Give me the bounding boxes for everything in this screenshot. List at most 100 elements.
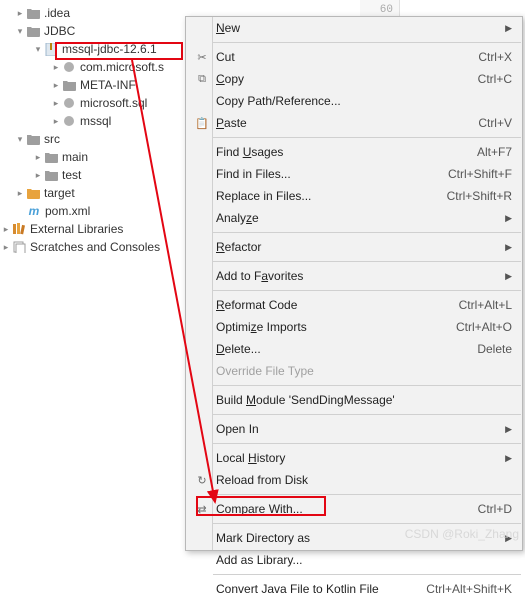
tree-label: JDBC bbox=[44, 24, 75, 38]
submenu-arrow-icon: ▶ bbox=[505, 23, 512, 34]
menu-convert-kotlin[interactable]: Convert Java File to Kotlin File Ctrl+Al… bbox=[186, 578, 522, 600]
menu-label: Build Module 'SendDingMessage' bbox=[210, 393, 512, 407]
tree-label: mssql-jdbc-12.6.1 bbox=[62, 42, 157, 56]
menu-label: Find Usages bbox=[210, 145, 477, 159]
menu-label: New bbox=[210, 21, 497, 35]
menu-paste[interactable]: 📋 Paste Ctrl+V bbox=[186, 112, 522, 134]
tree-item-idea[interactable]: ▸ .idea bbox=[0, 4, 185, 22]
menu-new[interactable]: New ▶ bbox=[186, 17, 522, 39]
scratches-icon bbox=[12, 240, 26, 254]
menu-find-in-files[interactable]: Find in Files... Ctrl+Shift+F bbox=[186, 163, 522, 185]
menu-label: Cut bbox=[210, 50, 478, 64]
menu-label: Analyze bbox=[210, 211, 497, 225]
menu-shortcut: Ctrl+Shift+R bbox=[447, 189, 512, 203]
menu-add-as-library[interactable]: Add as Library... bbox=[186, 549, 522, 571]
menu-optimize-imports[interactable]: Optimize Imports Ctrl+Alt+O bbox=[186, 316, 522, 338]
menu-analyze[interactable]: Analyze ▶ bbox=[186, 207, 522, 229]
expand-icon[interactable]: ▸ bbox=[14, 8, 26, 19]
menu-reload-disk[interactable]: ↻ Reload from Disk bbox=[186, 469, 522, 491]
menu-build-module[interactable]: Build Module 'SendDingMessage' bbox=[186, 389, 522, 411]
menu-separator bbox=[213, 414, 521, 415]
menu-label: Reload from Disk bbox=[210, 473, 512, 487]
menu-open-in[interactable]: Open In ▶ bbox=[186, 418, 522, 440]
menu-cut[interactable]: ✂ Cut Ctrl+X bbox=[186, 46, 522, 68]
tree-label: .idea bbox=[44, 6, 70, 20]
menu-refactor[interactable]: Refactor ▶ bbox=[186, 236, 522, 258]
menu-label: Add as Library... bbox=[210, 553, 512, 567]
tree-item-src[interactable]: ▾ src bbox=[0, 130, 185, 148]
expand-icon[interactable]: ▸ bbox=[50, 62, 62, 73]
submenu-arrow-icon: ▶ bbox=[505, 424, 512, 435]
tree-item-jdbc[interactable]: ▾ JDBC bbox=[0, 22, 185, 40]
tree-item-target[interactable]: ▸ target bbox=[0, 184, 185, 202]
folder-icon bbox=[62, 78, 76, 92]
menu-add-favorites[interactable]: Add to Favorites ▶ bbox=[186, 265, 522, 287]
cut-icon: ✂ bbox=[194, 51, 210, 64]
tree-item-pom[interactable]: m pom.xml bbox=[0, 202, 185, 220]
submenu-arrow-icon: ▶ bbox=[505, 242, 512, 253]
menu-separator bbox=[213, 443, 521, 444]
expand-icon[interactable]: ▸ bbox=[50, 80, 62, 91]
menu-separator bbox=[213, 523, 521, 524]
menu-label: Override File Type bbox=[210, 364, 512, 378]
tree-item-ms-sql[interactable]: ▸ microsoft.sql bbox=[0, 94, 185, 112]
tree-item-external-libraries[interactable]: ▸ External Libraries bbox=[0, 220, 185, 238]
menu-label: Local History bbox=[210, 451, 497, 465]
submenu-arrow-icon: ▶ bbox=[505, 213, 512, 224]
submenu-arrow-icon: ▶ bbox=[505, 453, 512, 464]
expand-icon[interactable]: ▸ bbox=[50, 98, 62, 109]
tree-label: META-INF bbox=[80, 78, 136, 92]
watermark: CSDN @Roki_Zhang bbox=[405, 527, 519, 541]
tree-item-scratches[interactable]: ▸ Scratches and Consoles bbox=[0, 238, 185, 256]
tree-item-main[interactable]: ▸ main bbox=[0, 148, 185, 166]
menu-separator bbox=[213, 137, 521, 138]
expand-icon[interactable]: ▸ bbox=[14, 188, 26, 199]
folder-icon bbox=[26, 24, 40, 38]
package-icon bbox=[62, 96, 76, 110]
menu-local-history[interactable]: Local History ▶ bbox=[186, 447, 522, 469]
menu-compare-with[interactable]: ⇄ Compare With... Ctrl+D bbox=[186, 498, 522, 520]
menu-separator bbox=[213, 494, 521, 495]
menu-label: Replace in Files... bbox=[210, 189, 447, 203]
menu-label: Find in Files... bbox=[210, 167, 448, 181]
expand-icon[interactable]: ▸ bbox=[32, 152, 44, 163]
menu-delete[interactable]: Delete... Delete bbox=[186, 338, 522, 360]
tree-label: pom.xml bbox=[45, 204, 90, 218]
project-tree[interactable]: ▸ .idea ▾ JDBC ▾ mssql-jdbc-12.6.1 ▸ com… bbox=[0, 0, 185, 551]
folder-icon bbox=[26, 6, 40, 20]
menu-separator bbox=[213, 290, 521, 291]
menu-shortcut: Ctrl+Alt+Shift+K bbox=[426, 582, 512, 596]
tree-item-test[interactable]: ▸ test bbox=[0, 166, 185, 184]
expand-icon[interactable]: ▸ bbox=[0, 224, 12, 235]
menu-override-file-type: Override File Type bbox=[186, 360, 522, 382]
tree-label: src bbox=[44, 132, 60, 146]
expand-icon[interactable]: ▸ bbox=[50, 116, 62, 127]
collapse-icon[interactable]: ▾ bbox=[32, 44, 44, 55]
collapse-icon[interactable]: ▾ bbox=[14, 134, 26, 145]
menu-label: Convert Java File to Kotlin File bbox=[210, 582, 426, 596]
menu-reformat[interactable]: Reformat Code Ctrl+Alt+L bbox=[186, 294, 522, 316]
menu-find-usages[interactable]: Find Usages Alt+F7 bbox=[186, 141, 522, 163]
tree-item-metainf[interactable]: ▸ META-INF bbox=[0, 76, 185, 94]
context-menu: New ▶ ✂ Cut Ctrl+X ⧉ Copy Ctrl+C Copy Pa… bbox=[185, 16, 523, 551]
menu-shortcut: Ctrl+V bbox=[478, 116, 512, 130]
tree-item-mssql-jdbc[interactable]: ▾ mssql-jdbc-12.6.1 bbox=[0, 40, 185, 58]
menu-copy[interactable]: ⧉ Copy Ctrl+C bbox=[186, 68, 522, 90]
menu-label: Open In bbox=[210, 422, 497, 436]
tree-label: Scratches and Consoles bbox=[30, 240, 160, 254]
menu-replace-in-files[interactable]: Replace in Files... Ctrl+Shift+R bbox=[186, 185, 522, 207]
tree-item-mssql[interactable]: ▸ mssql bbox=[0, 112, 185, 130]
folder-icon bbox=[44, 168, 58, 182]
tree-label: target bbox=[44, 186, 75, 200]
folder-icon bbox=[44, 150, 58, 164]
expand-icon[interactable]: ▸ bbox=[32, 170, 44, 181]
expand-icon[interactable]: ▸ bbox=[0, 242, 12, 253]
menu-separator bbox=[213, 385, 521, 386]
folder-icon bbox=[26, 132, 40, 146]
tree-label: com.microsoft.s bbox=[80, 60, 164, 74]
collapse-icon[interactable]: ▾ bbox=[14, 26, 26, 37]
menu-copy-path[interactable]: Copy Path/Reference... bbox=[186, 90, 522, 112]
menu-separator bbox=[213, 574, 521, 575]
tree-item-com-ms[interactable]: ▸ com.microsoft.s bbox=[0, 58, 185, 76]
menu-shortcut: Ctrl+C bbox=[478, 72, 512, 86]
